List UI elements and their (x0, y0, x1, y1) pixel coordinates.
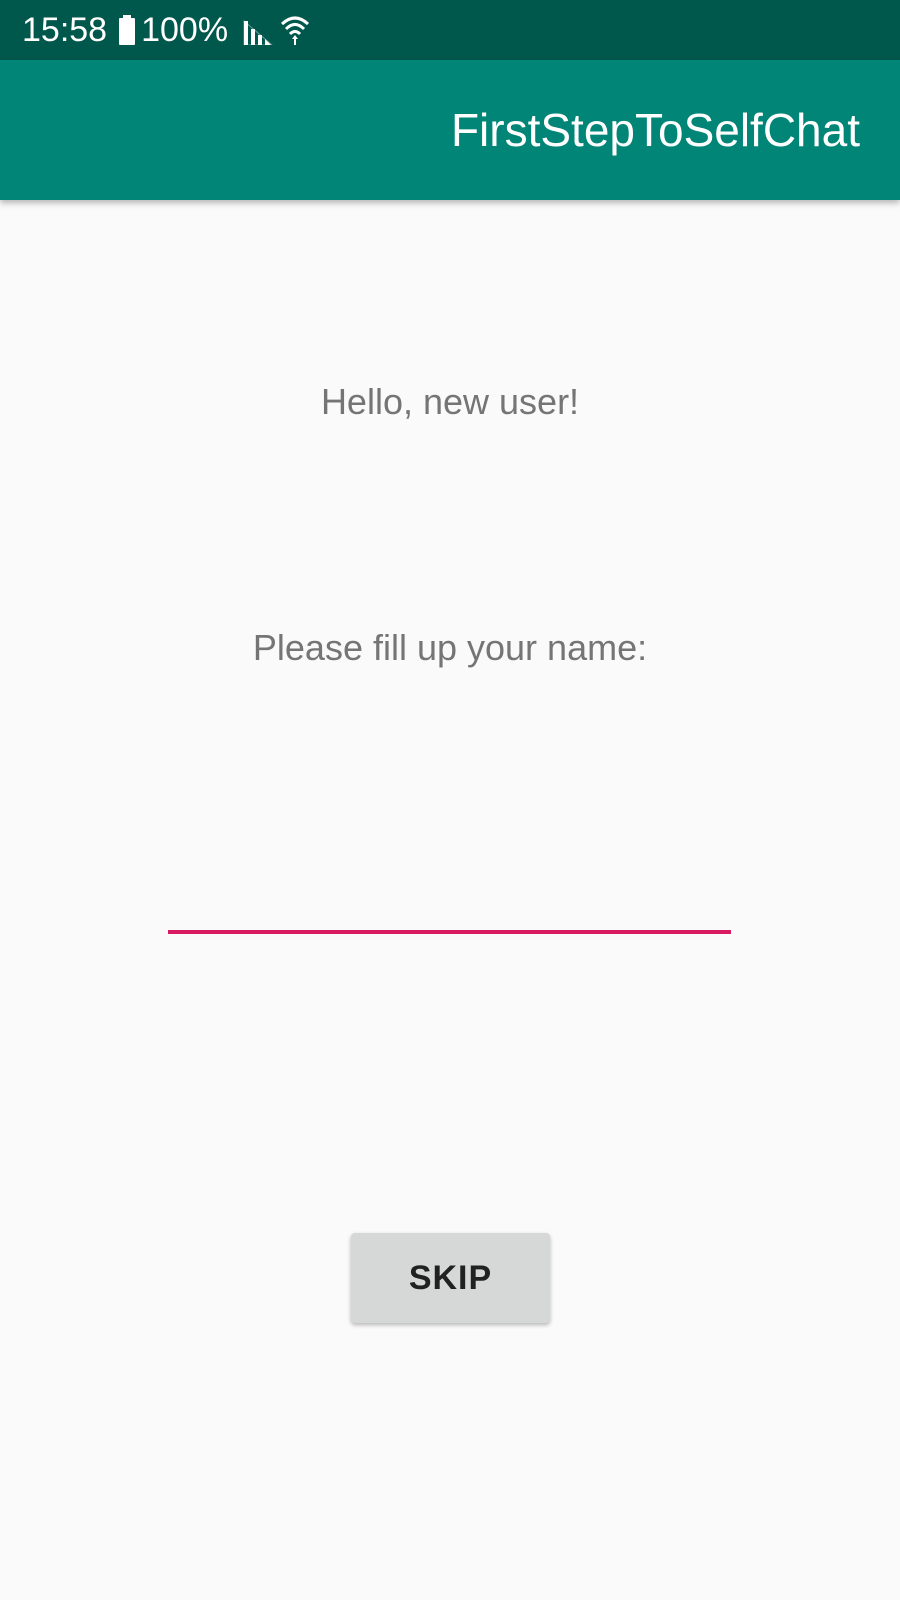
name-input[interactable] (168, 860, 731, 934)
status-time: 15:58 (22, 10, 108, 49)
app-bar: FirstStepToSelfChat (0, 60, 900, 200)
signal-icon (242, 15, 274, 46)
status-bar: 15:58 100% (0, 0, 900, 60)
greeting-text: Hello, new user! (320, 381, 580, 422)
name-prompt-text: Please fill up your name: (252, 627, 648, 668)
app-title: FirstStepToSelfChat (450, 104, 860, 156)
battery-percent: 100% (141, 10, 229, 49)
wifi-icon (280, 14, 310, 46)
battery-full-icon (119, 15, 136, 45)
skip-button[interactable]: SKIP (351, 1233, 550, 1323)
